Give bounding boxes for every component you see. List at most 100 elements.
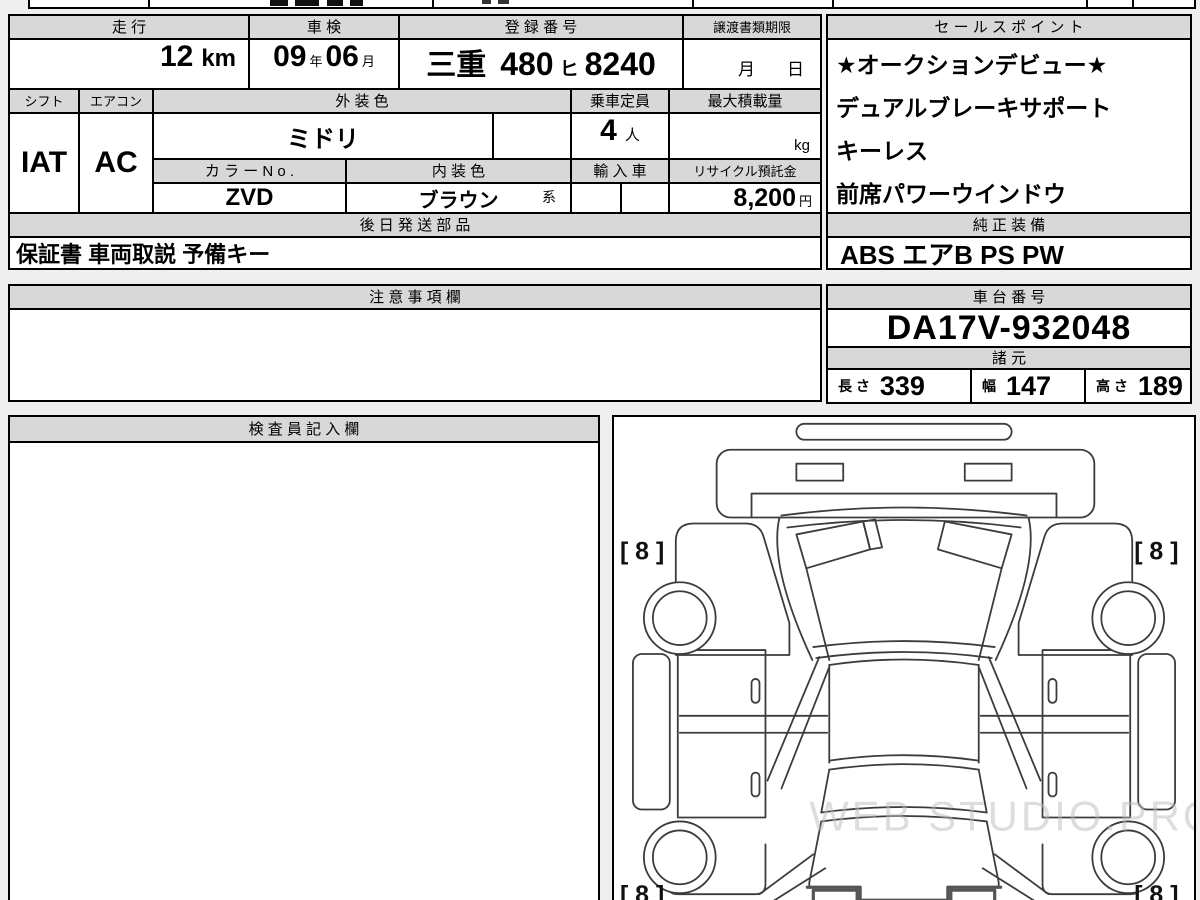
color-no-value: ZVD xyxy=(225,184,274,211)
sill-left xyxy=(632,653,671,811)
later-parts-value: 保証書 車両取説 予備キー xyxy=(16,242,271,267)
sales-point-header-label: セ ー ル ス ポ イ ン ト xyxy=(934,18,1084,36)
later-parts-header-label: 後 日 発 送 部 品 xyxy=(359,216,471,234)
door-handle-right-upper xyxy=(1047,678,1058,704)
sill-right xyxy=(1137,653,1176,811)
clipped-text-fragment xyxy=(270,0,288,6)
auction-sheet: 走 行 車 検 登 録 番 号 譲渡書類期限 12 km 09 年 06 月 三… xyxy=(0,0,1200,900)
clipped-text-fragment xyxy=(295,0,319,6)
height-label: 高 さ xyxy=(1096,378,1128,394)
max-load-header-label: 最大積載量 xyxy=(707,92,783,110)
corner-mark-top-left: [ 8 ] xyxy=(620,537,664,565)
reg-number: 8240 xyxy=(584,46,656,82)
headlight-left xyxy=(795,462,845,482)
corner-mark-bottom-left: [ 8 ] xyxy=(620,881,664,900)
cabin-mid-arc-2 xyxy=(828,763,980,771)
rear-bumper-block-left xyxy=(811,888,859,900)
mileage-value-cell: 12 km xyxy=(8,38,250,90)
inspection-month: 06 xyxy=(325,40,359,73)
length-label: 長 さ xyxy=(838,378,870,394)
capacity-unit: 人 xyxy=(624,127,640,144)
mileage-header: 走 行 xyxy=(8,14,250,40)
clipped-text-fragment xyxy=(327,0,343,6)
registration-header-label: 登 録 番 号 xyxy=(504,18,578,36)
capacity-header-label: 乗車定員 xyxy=(589,92,650,110)
clipped-cell xyxy=(1086,0,1134,9)
dash-arc-1 xyxy=(812,640,996,648)
pillar-diagonal-left-upper xyxy=(766,656,831,790)
interior-color-value: ブラウン xyxy=(418,189,499,212)
aircon-value: AC xyxy=(94,146,138,179)
pillar-diagonal-left-lower xyxy=(758,853,827,900)
interior-color-header-label: 内 装 色 xyxy=(431,162,486,180)
inspector-header-label: 検 査 員 記 入 欄 xyxy=(248,420,360,438)
vehicle-diagram-box: [ 8 ] [ 8 ] [ 8 ] [ 8 ] WEB STUDIO.PRO xyxy=(612,415,1196,900)
length-value: 339 xyxy=(879,370,925,401)
transfer-deadline-label: 譲渡書類期限 xyxy=(712,19,791,35)
color-no-value-cell: ZVD xyxy=(152,182,347,214)
exterior-color-value: ミドリ xyxy=(287,125,359,153)
door-handle-left-lower xyxy=(750,771,761,798)
registration-value-cell: 三重 480 ヒ 8240 xyxy=(398,38,684,90)
import-header: 輸 入 車 xyxy=(570,158,670,184)
inspector-body xyxy=(8,441,600,900)
registration-header: 登 録 番 号 xyxy=(398,14,684,40)
cabin-mid-arc-1 xyxy=(828,754,980,762)
clipped-text-fragment xyxy=(482,0,491,4)
clipped-top-row xyxy=(0,0,1200,9)
transfer-month-label: 月 xyxy=(738,60,755,79)
inspection-month-label: 月 xyxy=(361,54,375,69)
pillar-diagonal-right-lower xyxy=(981,853,1050,900)
inspection-header: 車 検 xyxy=(248,14,400,40)
notes-body xyxy=(8,308,822,402)
interior-color-header: 内 装 色 xyxy=(345,158,572,184)
windshield-pane-left xyxy=(795,520,872,570)
windshield-top-edge xyxy=(780,506,1028,517)
chassis-number-header-label: 車 台 番 号 xyxy=(972,288,1046,306)
cabin-top-arc xyxy=(828,658,980,666)
dimensions-header: 諸 元 xyxy=(826,346,1192,370)
shift-header: シフト xyxy=(8,88,80,114)
exterior-color-header: 外 装 色 xyxy=(152,88,572,114)
genuine-equipment-value-cell: ABS エアB PS PW xyxy=(826,236,1192,270)
dimensions-header-label: 諸 元 xyxy=(991,349,1027,367)
transfer-deadline-value-cell: 月 日 xyxy=(682,38,822,90)
max-load-unit: kg xyxy=(794,137,810,154)
reg-region: 三重 xyxy=(426,49,487,82)
aircon-value-cell: AC xyxy=(78,112,154,214)
transfer-deadline-header: 譲渡書類期限 xyxy=(682,14,822,40)
clipped-cell xyxy=(28,0,150,9)
corner-mark-bottom-right: [ 8 ] xyxy=(1134,881,1178,900)
import-empty-cell-1 xyxy=(570,182,622,214)
recycle-deposit-header-label: リサイクル預託金 xyxy=(693,163,797,179)
color-no-header-label: カ ラ ー N o . xyxy=(204,162,295,180)
aircon-header: エアコン xyxy=(78,88,154,114)
chassis-number-value-cell: DA17V-932048 xyxy=(826,308,1192,348)
dash-arc-2 xyxy=(815,651,993,659)
clipped-cell xyxy=(432,0,694,9)
capacity-value-cell: 4 人 xyxy=(570,112,670,160)
sales-point-line: ★オークションデビュー★ xyxy=(836,52,1108,78)
recycle-deposit-header: リサイクル預託金 xyxy=(668,158,822,184)
max-load-value-cell: kg xyxy=(668,112,822,160)
windshield-center-post xyxy=(862,518,883,551)
inspector-header: 検 査 員 記 入 欄 xyxy=(8,415,600,443)
color-no-header: カ ラ ー N o . xyxy=(152,158,347,184)
chassis-number-header: 車 台 番 号 xyxy=(826,284,1192,310)
inspection-year: 09 xyxy=(273,40,307,73)
width-cell: 幅 147 xyxy=(970,368,1086,404)
exterior-color-value-cell: ミドリ xyxy=(152,112,494,160)
vehicle-diagram: [ 8 ] [ 8 ] [ 8 ] [ 8 ] WEB STUDIO.PRO xyxy=(620,422,1194,900)
height-cell: 高 さ 189 xyxy=(1084,368,1192,404)
later-parts-value-cell: 保証書 車両取説 予備キー xyxy=(8,236,822,270)
notes-header-label: 注 意 事 項 欄 xyxy=(369,288,461,306)
height-value: 189 xyxy=(1137,370,1183,401)
mileage-unit: km xyxy=(201,45,236,72)
front-bumper-strip xyxy=(795,422,1013,441)
shift-value-cell: IAT xyxy=(8,112,80,214)
wheel-rear-left-inner xyxy=(651,829,708,886)
door-handle-left-upper xyxy=(750,678,761,704)
corner-mark-top-right: [ 8 ] xyxy=(1134,537,1178,565)
sales-point-body: ★オークションデビュー★ デュアルブレーキサポート キーレス 前席パワーウインド… xyxy=(826,38,1192,214)
clipped-cell xyxy=(692,0,834,9)
